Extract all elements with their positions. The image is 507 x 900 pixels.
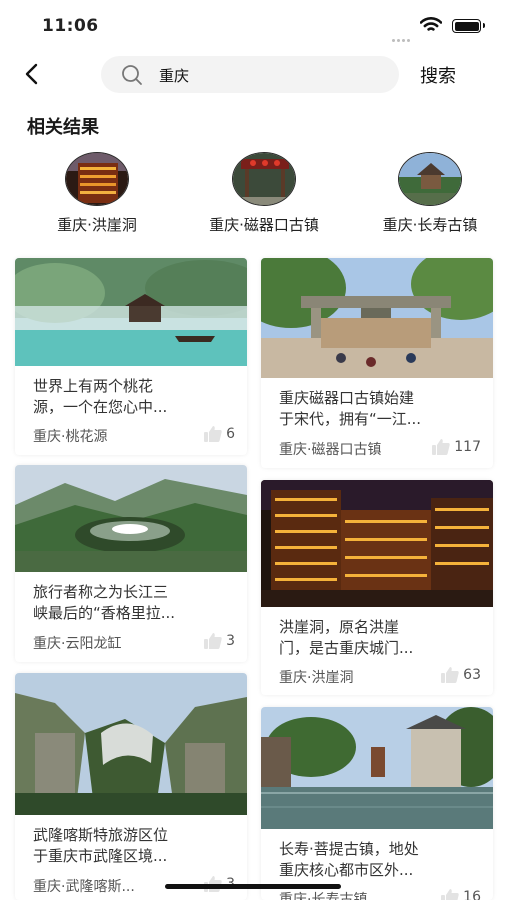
related-thumbnail — [65, 152, 129, 206]
search-button[interactable]: 搜索 — [420, 62, 456, 88]
thumbs-up-icon — [441, 889, 459, 900]
post-image — [15, 258, 247, 366]
related-thumbnail — [232, 152, 296, 206]
post-image — [15, 465, 247, 572]
thumbs-up-icon — [432, 439, 450, 455]
post-description: 重庆磁器口古镇始建 于宋代，拥有“一江... — [279, 389, 422, 428]
post-description: 世界上有两个桃花 源，一个在您心中... — [33, 377, 168, 416]
related-thumbnail — [398, 152, 462, 206]
like-button[interactable]: 6 — [204, 426, 235, 442]
post-location: 重庆·云阳龙缸 — [33, 636, 122, 652]
thumbs-up-icon — [204, 426, 222, 442]
post-location: 重庆·洪崖洞 — [279, 670, 354, 686]
related-label: 重庆·洪崖洞 — [57, 216, 137, 234]
post-card[interactable]: 旅行者称之为长江三 峡最后的“香格里拉... 重庆·云阳龙缸 3 — [15, 465, 247, 662]
post-card[interactable]: 重庆磁器口古镇始建 于宋代，拥有“一江... 重庆·磁器口古镇 117 — [261, 258, 493, 468]
post-location: 重庆·武隆喀斯... — [33, 879, 135, 895]
related-item-ciqikou[interactable]: 重庆·磁器口古镇 — [204, 152, 324, 235]
post-location: 重庆·桃花源 — [33, 429, 108, 445]
post-card[interactable]: 洪崖洞，原名洪崖 门，是古重庆城门... 重庆·洪崖洞 63 — [261, 480, 493, 695]
like-button[interactable]: 3 — [204, 633, 235, 649]
post-description: 旅行者称之为长江三 峡最后的“香格里拉... — [33, 583, 176, 622]
related-label: 重庆·长寿古镇 — [382, 216, 478, 234]
post-card[interactable]: 世界上有两个桃花 源，一个在您心中... 重庆·桃花源 6 — [15, 258, 247, 455]
search-input[interactable] — [159, 62, 379, 88]
like-count: 63 — [463, 667, 481, 683]
post-description: 武隆喀斯特旅游区位 于重庆市武隆区境... — [33, 826, 169, 865]
search-bar[interactable] — [101, 56, 399, 93]
related-item-hongyadong[interactable]: 重庆·洪崖洞 — [37, 152, 157, 235]
status-time: 11:06 — [42, 16, 99, 36]
like-button[interactable]: 63 — [441, 667, 481, 683]
thumbs-up-icon — [441, 667, 459, 683]
like-count: 16 — [463, 889, 481, 900]
post-card[interactable]: 长寿·菩提古镇，地处 重庆核心都市区外... 重庆·长寿古镇 16 — [261, 707, 493, 900]
post-image — [15, 673, 247, 815]
status-bar: 11:06 — [0, 0, 507, 50]
home-indicator[interactable] — [165, 884, 341, 889]
post-location: 重庆·磁器口古镇 — [279, 442, 382, 458]
like-button[interactable]: 16 — [441, 889, 481, 900]
post-image — [261, 258, 493, 378]
post-image — [261, 480, 493, 607]
related-results: 重庆·洪崖洞 重庆·磁器口古镇 重庆·长寿古镇 — [0, 152, 507, 242]
search-icon — [122, 65, 142, 85]
section-title: 相关结果 — [27, 117, 99, 138]
post-location: 重庆·长寿古镇 — [279, 892, 368, 900]
like-button[interactable]: 117 — [432, 439, 481, 455]
like-count: 117 — [454, 439, 481, 455]
thumbs-up-icon — [204, 633, 222, 649]
wifi-icon — [420, 17, 442, 31]
post-image — [261, 707, 493, 829]
post-description: 长寿·菩提古镇，地处 重庆核心都市区外... — [279, 840, 419, 879]
related-item-changshou[interactable]: 重庆·长寿古镇 — [370, 152, 490, 235]
post-description: 洪崖洞，原名洪崖 门，是古重庆城门... — [279, 618, 414, 657]
related-label: 重庆·磁器口古镇 — [209, 216, 319, 234]
like-count: 6 — [226, 426, 235, 442]
battery-icon — [452, 19, 485, 33]
post-card[interactable]: 武隆喀斯特旅游区位 于重庆市武隆区境... 重庆·武隆喀斯... 3 — [15, 673, 247, 900]
like-count: 3 — [226, 633, 235, 649]
back-icon[interactable] — [20, 62, 44, 86]
signal-dots-icon — [392, 27, 414, 42]
